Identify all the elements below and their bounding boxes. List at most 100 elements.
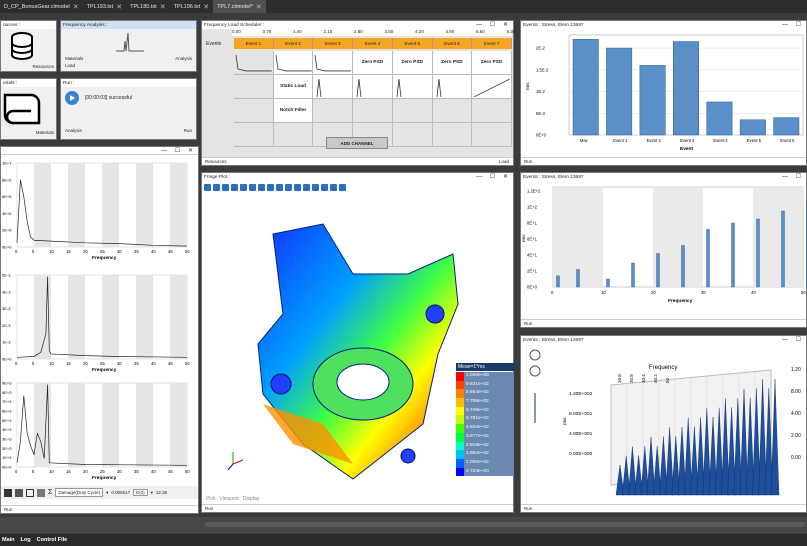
load-cell[interactable] bbox=[472, 99, 512, 123]
exponent-field[interactable]: E(0) bbox=[133, 489, 148, 496]
load-cell[interactable]: Zero PSD bbox=[432, 51, 473, 75]
load-cell[interactable]: Notch Filter bbox=[273, 99, 314, 123]
view-tool-icon[interactable] bbox=[249, 183, 256, 191]
load-cell[interactable] bbox=[472, 123, 512, 147]
load-cell[interactable] bbox=[313, 99, 354, 123]
frequency-analysis-title: Frequency Analysis : bbox=[61, 21, 196, 29]
resources-panel[interactable]: ources : Resources bbox=[0, 20, 57, 72]
load-cell[interactable] bbox=[432, 99, 473, 123]
close-icon[interactable]: ✕ bbox=[203, 3, 209, 11]
view-tool-icon[interactable] bbox=[276, 183, 283, 191]
window-controls[interactable]: — ☐ ✕ bbox=[476, 173, 511, 180]
load-cell[interactable] bbox=[432, 123, 473, 147]
horizontal-scrollbar[interactable] bbox=[0, 517, 807, 533]
view-tool-icon[interactable] bbox=[303, 183, 310, 191]
load-cell[interactable] bbox=[234, 99, 274, 123]
close-icon[interactable]: ✕ bbox=[116, 3, 122, 11]
document-tab[interactable]: TPL193.txt ✕ bbox=[83, 0, 126, 13]
sum-icon[interactable]: Σ bbox=[48, 489, 52, 496]
load-cell[interactable]: Zero PSD bbox=[353, 51, 393, 75]
event-header[interactable]: Event 3 bbox=[313, 38, 354, 49]
view-tool-icon[interactable] bbox=[204, 183, 211, 191]
list-icon[interactable] bbox=[15, 488, 23, 497]
load-cell[interactable] bbox=[432, 75, 473, 99]
fringe-control-pick[interactable]: Pick bbox=[206, 496, 215, 502]
window-controls[interactable]: — ☐ ✕ bbox=[476, 21, 511, 28]
zoom-slider[interactable] bbox=[534, 393, 536, 423]
frequency-analysis-panel[interactable]: Frequency Analysis : Materials Load Anal… bbox=[60, 20, 197, 72]
materials-panel[interactable]: erials : Materials bbox=[0, 78, 57, 140]
window-controls[interactable]: — ☐ bbox=[782, 173, 804, 180]
scrollbar-track[interactable] bbox=[205, 522, 805, 527]
main-tab[interactable]: Main bbox=[2, 537, 15, 543]
load-cell[interactable] bbox=[234, 123, 274, 147]
view-tool-icon[interactable] bbox=[330, 183, 337, 191]
events-3d-panel[interactable]: Events : Stress, Elem 13697 — ☐ Frequency… bbox=[520, 335, 807, 513]
view-tool-icon[interactable] bbox=[258, 183, 265, 191]
load-cell[interactable] bbox=[234, 75, 274, 99]
load-cell[interactable] bbox=[392, 99, 433, 123]
frequency-response-panel[interactable]: — ☐ ✕ 1E+7 8E+6 6E+6 4E+6 2E+6 0E+0 0 5 10 15 20 25… bbox=[0, 146, 199, 514]
grid-icon[interactable] bbox=[4, 488, 12, 497]
view-tool-icon[interactable] bbox=[240, 183, 247, 191]
load-cell[interactable] bbox=[313, 75, 354, 99]
event-header[interactable]: Event 5 bbox=[392, 38, 433, 49]
curve-icon[interactable] bbox=[26, 488, 34, 497]
load-cell[interactable] bbox=[353, 99, 393, 123]
load-cell[interactable] bbox=[392, 75, 433, 99]
load-cell[interactable] bbox=[313, 51, 354, 75]
close-icon[interactable]: ✕ bbox=[256, 3, 262, 11]
event-header[interactable]: Event 7 bbox=[472, 38, 513, 49]
chevron-down-icon[interactable]: ▾ bbox=[151, 490, 153, 496]
load-cell[interactable]: Zero PSD bbox=[472, 51, 512, 75]
zoom-in-icon[interactable] bbox=[529, 349, 541, 361]
view-tool-icon[interactable] bbox=[231, 183, 238, 191]
result-type-dropdown[interactable]: Damage(Duty Cycle) bbox=[55, 488, 104, 497]
view-tool-icon[interactable] bbox=[339, 183, 346, 191]
events-bar-panel[interactable]: Events : Stress, Elem 13697 — ☐ 0E+0 5E-3 1… bbox=[520, 20, 807, 166]
log-tab[interactable]: Log bbox=[21, 537, 31, 543]
fringe-control-viewport[interactable]: Viewport bbox=[219, 496, 238, 502]
document-tab[interactable]: TPL180.txt ✕ bbox=[126, 0, 169, 13]
add-channel-button[interactable]: ADD CHANNEL bbox=[326, 137, 388, 149]
load-cell[interactable] bbox=[472, 75, 512, 99]
chevron-down-icon[interactable]: ▾ bbox=[106, 490, 108, 496]
load-cell[interactable] bbox=[353, 75, 393, 99]
run-panel[interactable]: Run : [00:00:03] successful Analysis Run bbox=[60, 78, 197, 140]
play-icon[interactable] bbox=[65, 91, 79, 105]
document-tab[interactable]: D_CP_BonusGear.clmodel ✕ bbox=[0, 0, 83, 13]
load-cell[interactable] bbox=[273, 51, 314, 75]
x-tick-label: 40 bbox=[151, 249, 156, 254]
load-cell[interactable]: Static Load bbox=[273, 75, 314, 99]
close-icon[interactable]: ✕ bbox=[160, 3, 166, 11]
view-tool-icon[interactable] bbox=[213, 183, 220, 191]
events-3d-waterfall[interactable]: Frequency rms 1.20E+002 8.00E+001 4.00E+001 0… bbox=[521, 345, 807, 505]
event-header[interactable]: Event 6 bbox=[432, 38, 473, 49]
event-header[interactable]: Event 1 bbox=[234, 38, 274, 49]
fringe-plot-panel[interactable]: Fringe Plot : — ☐ ✕ Mean=1*ms 1.058e+03 9.6… bbox=[201, 172, 514, 513]
document-tab[interactable]: TPL7.clmodel* ✕ bbox=[213, 0, 266, 13]
document-tab[interactable]: TPL196.txt ✕ bbox=[170, 0, 213, 13]
window-controls[interactable]: — ☐ bbox=[782, 336, 804, 343]
event-header[interactable]: Event 2 bbox=[273, 38, 314, 49]
view-tool-icon[interactable] bbox=[285, 183, 292, 191]
bar-icon[interactable] bbox=[37, 488, 45, 497]
view-tool-icon[interactable] bbox=[312, 183, 319, 191]
load-cell[interactable] bbox=[234, 51, 274, 75]
view-tool-icon[interactable] bbox=[294, 183, 301, 191]
fringe-control-display[interactable]: Display bbox=[243, 496, 259, 502]
control-file-tab[interactable]: Control File bbox=[37, 537, 68, 543]
view-tool-icon[interactable] bbox=[321, 183, 328, 191]
window-controls[interactable]: — ☐ ✕ bbox=[161, 147, 196, 154]
frequency-load-scheduler-panel[interactable]: Frequency Load Scheduler : — ☐ ✕ 0.00 0.70… bbox=[201, 20, 515, 166]
load-cell[interactable]: Zero PSD bbox=[392, 51, 433, 75]
load-cell[interactable] bbox=[273, 123, 314, 147]
window-controls[interactable]: — ☐ bbox=[782, 21, 804, 28]
view-tool-icon[interactable] bbox=[222, 183, 229, 191]
close-icon[interactable]: ✕ bbox=[73, 3, 79, 11]
view-tool-icon[interactable] bbox=[267, 183, 274, 191]
event-header[interactable]: Event 4 bbox=[353, 38, 393, 49]
zoom-out-icon[interactable] bbox=[529, 365, 541, 377]
events-frequency-panel[interactable]: Events : Stress, Elem 13697 — ☐ 0E+0 2E+1 4… bbox=[520, 172, 807, 328]
load-cell[interactable] bbox=[392, 123, 433, 147]
